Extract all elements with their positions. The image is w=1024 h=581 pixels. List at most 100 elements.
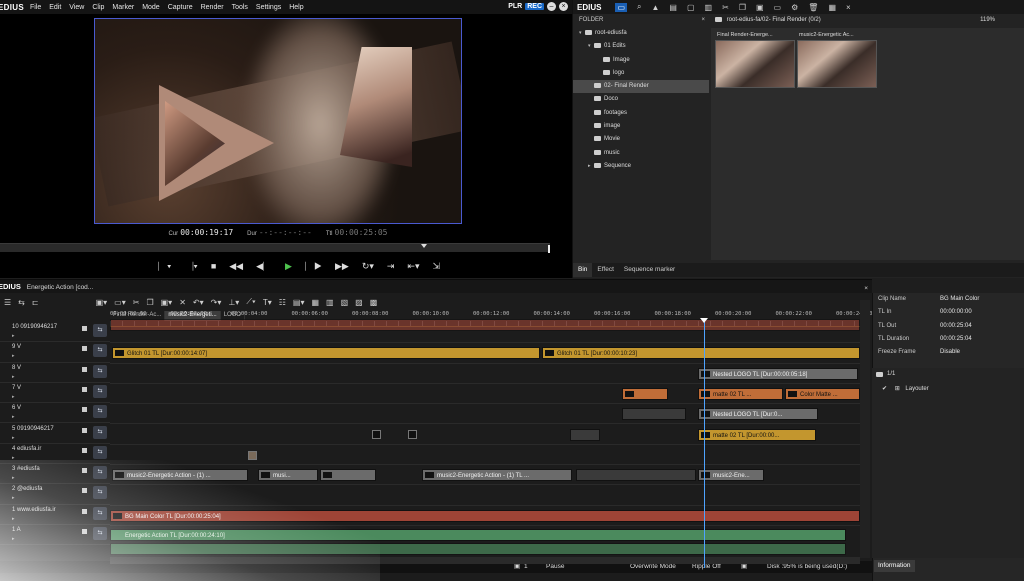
timeline-clip-glitch-1[interactable]: Glitch 01 TL [Dur:00:00:14:07] bbox=[112, 347, 540, 360]
delete-clip-icon[interactable]: ✕ bbox=[179, 298, 186, 307]
track-toggle-icon[interactable] bbox=[82, 488, 87, 494]
plr-toggle[interactable]: PLR bbox=[508, 3, 522, 10]
timeline-clip-music-b[interactable]: musi... bbox=[258, 469, 318, 482]
timeline-clip[interactable] bbox=[622, 387, 668, 400]
rewind-icon[interactable]: ◀◀ bbox=[229, 261, 243, 272]
save-icon[interactable]: ▣▾ bbox=[96, 298, 108, 307]
track-sync-icon[interactable]: ⇆ bbox=[93, 384, 107, 398]
track-sync-icon[interactable]: ⇆ bbox=[93, 364, 107, 378]
grid-view-icon[interactable]: ▦ bbox=[828, 3, 836, 12]
properties-icon[interactable]: ⚙ bbox=[791, 3, 798, 12]
search-icon[interactable]: ⌕ bbox=[637, 2, 641, 12]
sync-icon[interactable]: ⇆ bbox=[18, 298, 25, 307]
add-transition-icon[interactable]: ⟋▾ bbox=[246, 297, 256, 307]
track-header[interactable]: 8 V ▸ ⇆ bbox=[0, 363, 110, 383]
track-sync-icon[interactable]: ⇆ bbox=[93, 466, 107, 480]
title-icon[interactable]: T▾ bbox=[263, 298, 272, 307]
audio-icon[interactable]: ▧ bbox=[341, 298, 349, 307]
scrub-position-marker[interactable] bbox=[421, 244, 427, 248]
render-icon[interactable]: ▤▾ bbox=[293, 298, 305, 307]
open-icon[interactable]: ▤ bbox=[669, 3, 677, 12]
track-sync-icon[interactable]: ⇆ bbox=[93, 445, 107, 459]
track-toggle-icon[interactable] bbox=[82, 508, 87, 514]
cut-icon[interactable]: ✂ bbox=[722, 3, 729, 12]
track-header[interactable]: 2 @ediusfa ▸ ⇆ bbox=[0, 484, 110, 505]
track-expand-icon[interactable]: ▸ bbox=[12, 374, 15, 380]
timeline-clip[interactable] bbox=[320, 469, 376, 482]
export-sequence-icon[interactable]: ▩ bbox=[370, 298, 378, 307]
track-toggle-icon[interactable] bbox=[82, 407, 87, 413]
track-expand-icon[interactable]: ▸ bbox=[12, 435, 15, 441]
mixer-icon[interactable]: ☷ bbox=[279, 298, 286, 307]
export-icon[interactable]: ⇲ bbox=[432, 261, 440, 272]
track-sync-icon[interactable]: ⇆ bbox=[93, 344, 107, 358]
folder-view-icon[interactable]: ▭ bbox=[615, 2, 628, 12]
menu-file[interactable]: File bbox=[30, 4, 41, 11]
track-expand-icon[interactable]: ▸ bbox=[12, 414, 15, 420]
playhead-marker[interactable] bbox=[700, 318, 708, 323]
stop-icon[interactable]: ■ bbox=[211, 261, 216, 271]
menu-render[interactable]: Render bbox=[201, 4, 224, 11]
menu-edit[interactable]: Edit bbox=[49, 4, 61, 11]
open-project-icon[interactable]: ▭▾ bbox=[114, 298, 126, 307]
timeline-clip-music-c[interactable]: music2-Energetic Action - (1) TL ... bbox=[422, 469, 572, 482]
track-expand-icon[interactable]: ▸ bbox=[12, 475, 15, 481]
tab-information[interactable]: Information bbox=[874, 560, 915, 572]
settings-icon[interactable]: ▨ bbox=[355, 298, 363, 307]
menu-tools[interactable]: Tools bbox=[232, 4, 248, 11]
timeline-clip-music-a[interactable]: music2-Energetic Action - (1) ... bbox=[112, 469, 248, 482]
track-expand-icon[interactable]: ▸ bbox=[12, 495, 15, 501]
timeline-clip-color-matte[interactable]: Color Matte ... bbox=[785, 387, 860, 400]
effect-checkbox-icon[interactable]: ✔ bbox=[882, 386, 887, 392]
track-toggle-icon[interactable] bbox=[82, 386, 87, 392]
cut-clip-icon[interactable]: ✂ bbox=[133, 298, 140, 307]
track-toggle-icon[interactable] bbox=[82, 427, 87, 433]
overwrite-icon[interactable]: ⇤▾ bbox=[407, 261, 419, 272]
thumbnail-item[interactable]: music2-Energetic Ac... bbox=[797, 30, 877, 90]
timeline-clip[interactable] bbox=[110, 319, 860, 331]
close-bin-icon[interactable]: × bbox=[846, 3, 851, 12]
effect-item[interactable]: ✔ ⊞ Layouter bbox=[882, 385, 929, 392]
track-expand-icon[interactable]: ▸ bbox=[12, 333, 15, 339]
timeline-vertical-scrollbar[interactable] bbox=[860, 300, 870, 558]
track-header[interactable]: 5 09190946217 ▸ ⇆ bbox=[0, 424, 110, 444]
track-header[interactable]: 3 #ediusfa ▸ ⇆ bbox=[0, 464, 110, 485]
track-toggle-icon[interactable] bbox=[82, 468, 87, 474]
menu-view[interactable]: View bbox=[69, 4, 84, 11]
track-sync-icon[interactable]: ⇆ bbox=[93, 527, 107, 540]
timeline-clip-matte-02-b[interactable]: matte 02 TL [Dur:00:00... bbox=[698, 428, 816, 441]
up-folder-icon[interactable]: ▲ bbox=[652, 3, 660, 12]
minimize-icon[interactable]: – bbox=[547, 2, 556, 11]
menu-help[interactable]: Help bbox=[289, 4, 303, 11]
insert-icon[interactable]: ⇥ bbox=[387, 261, 395, 272]
track-header[interactable]: 1 A ▸ ⇆ bbox=[0, 525, 110, 546]
redo-icon[interactable]: ↷▾ bbox=[211, 298, 222, 307]
menu-marker[interactable]: Marker bbox=[112, 4, 134, 11]
set-in-icon[interactable]: ⎸▾ bbox=[158, 261, 171, 272]
loop-icon[interactable]: ↻▾ bbox=[362, 261, 374, 272]
timeline-clip[interactable] bbox=[622, 408, 686, 421]
track-header[interactable]: 7 V ▸ ⇆ bbox=[0, 383, 110, 404]
track-sync-icon[interactable]: ⇆ bbox=[93, 425, 107, 439]
fast-forward-icon[interactable]: ▶▶ bbox=[335, 261, 349, 272]
folder-tree-item[interactable]: Doco bbox=[573, 93, 709, 106]
timeline-clip-nested-logo-1[interactable]: Nested LOGO TL [Dur:00:00:05:18] bbox=[698, 367, 858, 380]
track-toggle-icon[interactable] bbox=[82, 346, 87, 352]
timeline-clip-audio[interactable]: Energetic Action TL [Dur:00:00:24:10] bbox=[110, 529, 846, 541]
paste-icon[interactable]: ▣ bbox=[756, 3, 764, 12]
folder-tree-item[interactable]: Image bbox=[573, 54, 709, 67]
folder-tree-item[interactable]: logo bbox=[573, 67, 709, 80]
rec-toggle[interactable]: REC bbox=[525, 3, 544, 10]
paste-clip-icon[interactable]: ▣▾ bbox=[161, 298, 173, 307]
tab-effect[interactable]: Effect bbox=[592, 263, 619, 277]
folder-close-icon[interactable]: × bbox=[701, 15, 705, 26]
menu-clip[interactable]: Clip bbox=[92, 4, 104, 11]
folder-tree-item[interactable]: ▸ Sequence bbox=[573, 160, 709, 173]
tab-sequence-marker[interactable]: Sequence marker bbox=[619, 263, 680, 277]
track-expand-icon[interactable]: ▸ bbox=[12, 455, 15, 461]
timeline-clip[interactable] bbox=[576, 469, 696, 482]
track-header[interactable]: 1 www.ediusfa.ir ▸ ⇆ bbox=[0, 505, 110, 525]
folder-tree-item[interactable]: image bbox=[573, 120, 709, 133]
timeline-clip-matte-02[interactable]: matte 02 TL ... bbox=[698, 387, 783, 400]
add-clip-icon[interactable]: ▢ bbox=[687, 3, 695, 12]
